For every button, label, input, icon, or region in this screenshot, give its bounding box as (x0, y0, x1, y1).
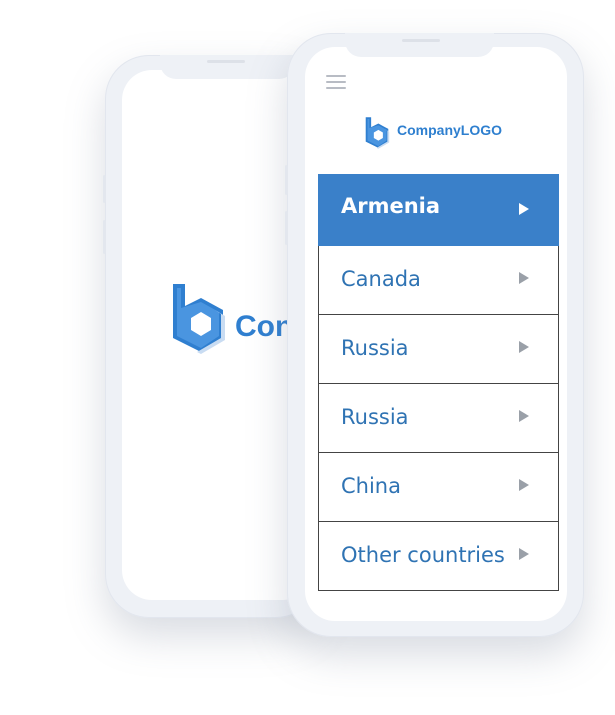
triangle-right-icon (519, 203, 529, 215)
hamburger-icon[interactable] (326, 75, 346, 93)
menu-item-china[interactable]: China (318, 453, 559, 522)
menu-item-label: Russia (341, 336, 409, 360)
menu-item-russia[interactable]: Russia (318, 315, 559, 384)
menu-item-label: China (341, 474, 401, 498)
menu-item-label: Canada (341, 267, 421, 291)
phone-notch (345, 33, 494, 57)
triangle-right-icon (519, 410, 529, 422)
menu-item-other-countries[interactable]: Other countries (318, 522, 559, 591)
menu-item-russia-2[interactable]: Russia (318, 384, 559, 453)
triangle-right-icon (519, 341, 529, 353)
country-menu: Armenia Canada Russia Russia China Other… (318, 174, 559, 591)
company-logo-icon (173, 284, 225, 354)
phone-notch (160, 55, 295, 79)
triangle-right-icon (519, 479, 529, 491)
phone-speaker (402, 39, 440, 42)
logo-text: CompanyLOGO (397, 122, 503, 138)
menu-item-label: Other countries (341, 543, 505, 567)
company-logo-icon (365, 117, 390, 149)
menu-item-canada[interactable]: Canada (318, 246, 559, 315)
splash-logo-text: Con (235, 310, 294, 343)
front-phone-mockup: CompanyLOGO Armenia Canada Russia Russia… (285, 33, 584, 637)
volume-button (103, 175, 106, 203)
volume-button (285, 165, 288, 195)
menu-item-label: Russia (341, 405, 409, 429)
triangle-right-icon (519, 272, 529, 284)
splash-screen: Con (122, 70, 312, 600)
menu-item-label: Armenia (341, 194, 441, 218)
app-screen: CompanyLOGO Armenia Canada Russia Russia… (305, 47, 567, 621)
menu-item-armenia[interactable]: Armenia (318, 174, 559, 246)
volume-button (103, 220, 106, 254)
volume-button (285, 211, 288, 245)
phone-speaker (207, 60, 245, 63)
triangle-right-icon (519, 548, 529, 560)
